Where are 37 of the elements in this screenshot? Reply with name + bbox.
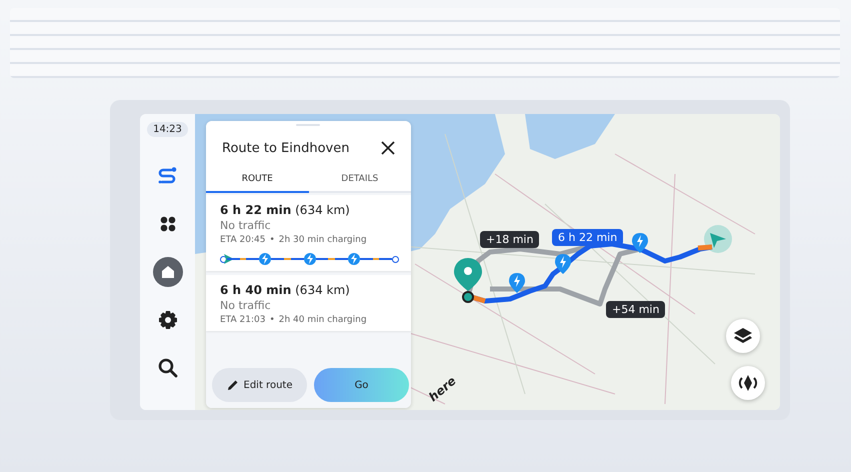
eta-text: ETA 21:03: [220, 315, 266, 325]
search-icon: [158, 358, 178, 378]
route-endpoint-marker: [392, 256, 399, 262]
apps-icon: [160, 216, 176, 232]
charging-time: 2h 40 min charging: [278, 315, 367, 325]
edit-route-button[interactable]: Edit route: [212, 368, 307, 402]
destination-pin-icon: [453, 257, 483, 303]
home-icon: [160, 265, 174, 279]
tab[interactable]: ROUTE: [206, 167, 308, 193]
separator-dot: •: [269, 235, 275, 245]
drag-handle[interactable]: [296, 124, 320, 126]
close-button[interactable]: [379, 139, 397, 157]
charging-time: 2h 30 min charging: [278, 235, 367, 245]
separator-dot: •: [269, 315, 275, 325]
panel-title: Route to Eindhoven: [222, 140, 350, 156]
compass-icon: [738, 373, 758, 393]
settings-icon: [158, 310, 178, 330]
route-duration: 6 h 40 min (634 km): [220, 283, 351, 297]
tab[interactable]: DETAILS: [308, 167, 411, 193]
home-button[interactable]: [152, 257, 182, 287]
eta-text: ETA 20:45: [220, 235, 266, 245]
layers-icon: [733, 327, 753, 345]
route-card[interactable]: 6 h 22 min (634 km) No traffic ETA 20:45 • 2h 30 min charging: [206, 195, 411, 271]
pencil-icon: [226, 379, 239, 391]
route-time-label[interactable]: 6 h 22 min: [552, 229, 624, 246]
route-time-label[interactable]: +54 min: [606, 301, 666, 318]
route-card[interactable]: 6 h 40 min (634 km) No traffic ETA 21:03 • 2h 40 min charging: [206, 275, 411, 331]
charging-station-icon: [554, 253, 572, 275]
charging-station-icon: [631, 232, 649, 254]
traffic-status: No traffic: [220, 299, 272, 312]
go-button[interactable]: Go: [314, 368, 409, 402]
traffic-status: No traffic: [220, 219, 272, 232]
charging-station-icon: [508, 272, 526, 294]
route-time-label[interactable]: +18 min: [480, 231, 540, 248]
clock: 14:23: [147, 122, 188, 137]
logo-icon: [158, 167, 178, 185]
route-duration: 6 h 22 min (634 km): [220, 203, 351, 217]
